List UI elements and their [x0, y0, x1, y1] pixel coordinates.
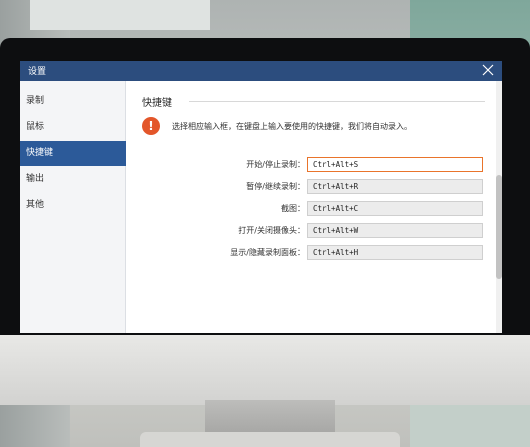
section-divider — [189, 101, 485, 102]
shortcut-label: 截图： — [281, 204, 305, 213]
shortcut-row: 开始/停止录制： Ctrl+Alt+S — [127, 157, 502, 173]
sidebar-item-output[interactable]: 输出 — [20, 167, 126, 192]
settings-content: 快捷键 ! 选择相应输入框，在键盘上输入要使用的快捷键，我们将自动录入。 开始/… — [127, 81, 502, 333]
sidebar-item-label: 录制 — [26, 96, 45, 106]
sidebar: 录制 鼠标 快捷键 输出 其他 — [20, 81, 126, 333]
shortcut-row: 显示/隐藏录制面板： Ctrl+Alt+H — [127, 245, 502, 261]
background-window — [30, 0, 210, 30]
shortcut-input-webcam[interactable]: Ctrl+Alt+W — [307, 223, 483, 238]
shortcut-input-start-stop[interactable]: Ctrl+Alt+S — [307, 157, 483, 172]
shortcut-row: 打开/关闭摄像头： Ctrl+Alt+W — [127, 223, 502, 239]
section-title: 快捷键 — [142, 98, 172, 109]
close-icon[interactable] — [480, 62, 496, 78]
sidebar-item-mouse[interactable]: 鼠标 — [20, 115, 126, 140]
sidebar-item-label: 其他 — [26, 200, 45, 210]
shortcut-input-screenshot[interactable]: Ctrl+Alt+C — [307, 201, 483, 216]
sidebar-item-label: 鼠标 — [26, 122, 45, 132]
info-message: 选择相应输入框，在键盘上输入要使用的快捷键，我们将自动录入。 — [172, 122, 412, 131]
sidebar-item-record[interactable]: 录制 — [20, 89, 126, 114]
shortcut-row: 暂停/继续录制： Ctrl+Alt+R — [127, 179, 502, 195]
sidebar-item-shortcuts[interactable]: 快捷键 — [20, 141, 126, 166]
sidebar-item-other[interactable]: 其他 — [20, 193, 126, 218]
monitor-foot — [140, 432, 400, 447]
title-bar: 设置 — [20, 61, 502, 81]
alert-icon: ! — [142, 117, 160, 135]
shortcut-input-pause-resume[interactable]: Ctrl+Alt+R — [307, 179, 483, 194]
settings-window: 设置 录制 鼠标 快捷键 输出 其他 快捷键 ! 选择相应输入框，在键盘上输入要… — [20, 61, 502, 333]
shortcut-label: 开始/停止录制： — [246, 160, 305, 169]
shortcut-label: 打开/关闭摄像头： — [238, 226, 305, 235]
shortcut-label: 暂停/继续录制： — [246, 182, 305, 191]
scrollbar-thumb[interactable] — [496, 175, 502, 279]
shortcut-label: 显示/隐藏录制面板： — [230, 248, 305, 257]
sidebar-item-label: 输出 — [26, 174, 45, 184]
window-title: 设置 — [28, 67, 47, 77]
monitor-chin — [0, 335, 530, 405]
shortcut-input-panel[interactable]: Ctrl+Alt+H — [307, 245, 483, 260]
sidebar-item-label: 快捷键 — [26, 148, 54, 158]
shortcut-row: 截图： Ctrl+Alt+C — [127, 201, 502, 217]
